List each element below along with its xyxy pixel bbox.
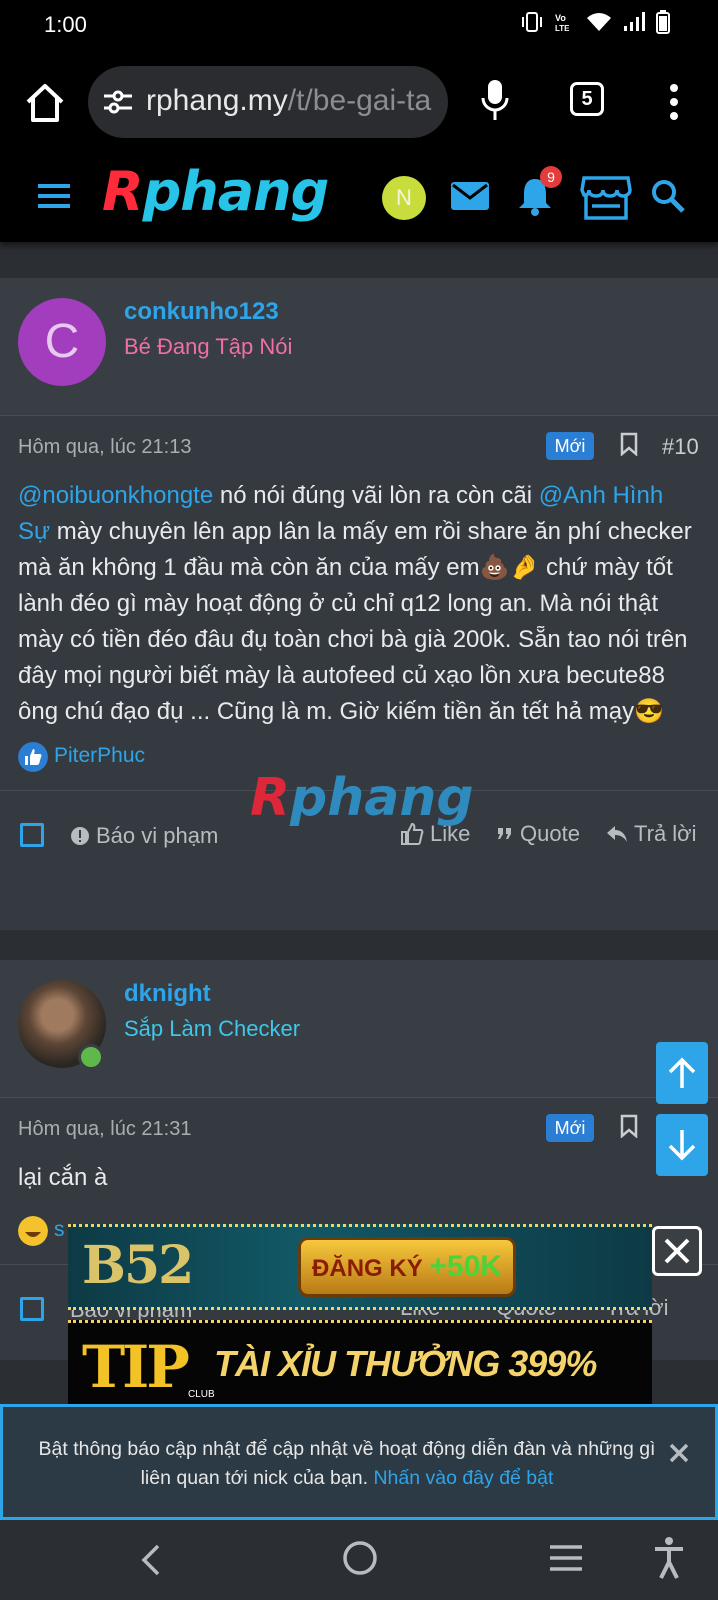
status-icons: Vo LTE (520, 10, 670, 34)
post-text: nó nói đúng vãi lòn ra còn cãi (213, 482, 539, 509)
laugh-reaction-icon (18, 1216, 48, 1246)
home-icon[interactable] (22, 80, 68, 126)
ad-text: TÀI XỈU THƯỞNG 399% (214, 1343, 597, 1384)
post-meta: Hôm qua, lúc 21:13 Mới #10 (0, 416, 718, 478)
quote-label: Quote (520, 821, 580, 846)
ad-banner-tip[interactable]: TIP CLUB TÀI XỈU THƯỞNG 399% (68, 1320, 652, 1406)
close-icon (664, 1238, 690, 1264)
post-author-header: dknight Sắp Làm Checker (0, 960, 718, 1098)
watermark-logo: Rphang (250, 768, 474, 828)
mention-link[interactable]: @noibuonkhongte (18, 482, 213, 509)
arrow-up-icon (668, 1057, 696, 1088)
arrow-down-icon (668, 1130, 696, 1161)
wifi-icon (587, 13, 611, 31)
mail-icon[interactable] (450, 180, 490, 212)
reply-button[interactable]: Trả lời (606, 821, 697, 847)
site-settings-icon[interactable] (102, 88, 134, 116)
battery-icon (656, 10, 670, 34)
store-icon[interactable] (580, 174, 632, 220)
site-header: Rphang N 9 (0, 156, 718, 242)
author-name[interactable]: dknight (124, 980, 211, 1008)
ad-brand: TIP (82, 1333, 190, 1401)
post-text: mày chuyên lên app lân la mấy em rồi sha… (18, 518, 692, 725)
svg-text:Vo: Vo (555, 13, 566, 23)
warning-icon (71, 827, 89, 845)
post-body: @noibuonkhongte nó nói đúng vãi lòn ra c… (0, 478, 718, 730)
svg-text:LTE: LTE (555, 24, 570, 33)
author-title: Bé Đang Tập Nói (124, 334, 293, 359)
system-navigation-bar (0, 1520, 718, 1600)
close-icon[interactable] (667, 1441, 691, 1465)
author-title: Sắp Làm Checker (124, 1016, 301, 1041)
enable-notifications-link[interactable]: Nhấn vào đây để bật (373, 1467, 553, 1489)
report-label: Báo vi phạm (96, 823, 219, 848)
new-badge: Mới (546, 432, 594, 460)
select-checkbox[interactable] (20, 1297, 44, 1321)
signal-icon (624, 12, 645, 31)
more-menu-icon[interactable] (664, 82, 684, 122)
post-meta: Hôm qua, lúc 21:31 Mới (0, 1098, 718, 1160)
post-body: lại cắn à (0, 1160, 718, 1196)
ad-brand: B52 (82, 1235, 194, 1296)
post-text: lại cắn à (18, 1164, 108, 1191)
scroll-bottom-button[interactable] (656, 1114, 708, 1176)
ad-close-button[interactable] (652, 1226, 702, 1276)
ad-register-button[interactable]: ĐĂNG KÝ +50K (298, 1237, 516, 1297)
notification-message: Bật thông báo cập nhật để cập nhật về ho… (38, 1438, 656, 1489)
browser-toolbar: rphang.my/t/be-gai-ta 5 (0, 52, 718, 156)
post-number[interactable]: #10 (662, 434, 699, 460)
url-text: rphang.my/t/be-gai-ta (146, 84, 431, 118)
microphone-icon[interactable] (480, 78, 510, 124)
home-circle-icon[interactable] (340, 1538, 380, 1578)
post-date[interactable]: Hôm qua, lúc 21:31 (18, 1118, 191, 1141)
quote-icon (498, 828, 511, 839)
author-name[interactable]: conkunho123 (124, 298, 279, 326)
status-time: 1:00 (44, 12, 87, 37)
back-icon[interactable] (136, 1540, 166, 1580)
push-notification-banner: Bật thông báo cập nhật để cập nhật về ho… (0, 1404, 718, 1520)
vibrate-icon (522, 12, 542, 32)
like-reaction-icon (18, 742, 48, 772)
accessibility-icon[interactable] (652, 1536, 686, 1580)
select-checkbox[interactable] (20, 823, 44, 847)
post-conkunho123: C conkunho123 Bé Đang Tập Nói Hôm qua, l… (0, 278, 718, 930)
scroll-top-button[interactable] (656, 1042, 708, 1104)
author-avatar[interactable]: C (18, 298, 106, 386)
address-bar[interactable]: rphang.my/t/be-gai-ta (88, 66, 448, 138)
recents-icon[interactable] (548, 1542, 584, 1574)
bookmark-icon[interactable] (620, 1114, 638, 1138)
reaction-user[interactable]: PiterPhuc (54, 744, 145, 768)
reply-icon (607, 826, 627, 842)
bookmark-icon[interactable] (620, 432, 638, 456)
tab-switcher-button[interactable]: 5 (570, 82, 604, 116)
hamburger-menu-icon[interactable] (36, 182, 72, 210)
quote-button[interactable]: Quote (496, 821, 580, 847)
search-icon[interactable] (650, 178, 686, 214)
url-domain: rphang.my (146, 84, 288, 117)
reply-label: Trả lời (634, 821, 697, 846)
online-indicator (78, 1044, 104, 1070)
site-logo[interactable]: Rphang (102, 160, 329, 223)
ad-banner-b52[interactable]: B52 ĐĂNG KÝ +50K (68, 1224, 652, 1310)
report-button[interactable]: Báo vi phạm (70, 823, 218, 849)
post-author-header: C conkunho123 Bé Đang Tập Nói (0, 278, 718, 416)
status-bar: 1:00 Vo LTE (0, 0, 718, 52)
ad-brand-sub: CLUB (188, 1389, 215, 1400)
reaction-user[interactable]: s (54, 1218, 65, 1242)
new-badge: Mới (546, 1114, 594, 1142)
notification-count-badge: 9 (540, 166, 562, 188)
user-avatar[interactable]: N (382, 176, 426, 220)
post-date[interactable]: Hôm qua, lúc 21:13 (18, 436, 191, 459)
url-path: /t/be-gai-ta (287, 84, 432, 117)
volte-icon: VoLTE (555, 13, 570, 33)
